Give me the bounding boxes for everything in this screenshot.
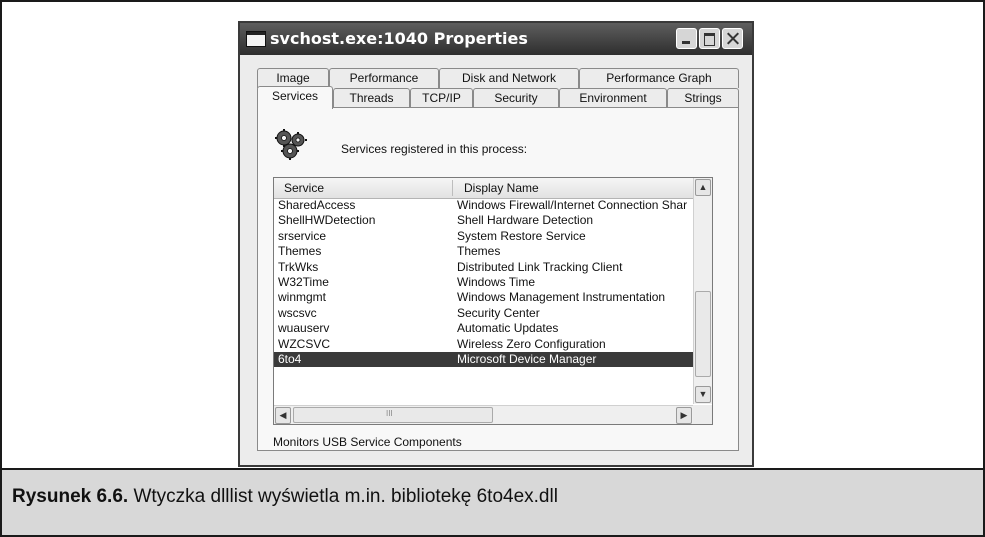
table-row[interactable]: winmgmt Windows Management Instrumentatio…	[274, 290, 694, 305]
list-rows: SharedAccess Windows Firewall/Internet Co…	[274, 198, 694, 368]
services-list[interactable]: Service Display Name SharedAccess Windows…	[273, 177, 713, 425]
service-display-name: Windows Firewall/Internet Connection Sha…	[457, 198, 688, 212]
service-name: WZCSVC	[278, 336, 330, 351]
figure-caption: Rysunek 6.6. Wtyczka dlllist wyświetla m…	[2, 468, 983, 535]
properties-window: svchost.exe:1040 Properties Image Perfor…	[238, 21, 754, 467]
maximize-button[interactable]	[699, 28, 720, 49]
vertical-scroll-thumb[interactable]	[695, 291, 711, 377]
service-display-name: Security Center	[457, 305, 540, 320]
service-name: srservice	[278, 228, 327, 243]
scroll-up-icon[interactable]: ▲	[695, 179, 711, 196]
figure-frame: svchost.exe:1040 Properties Image Perfor…	[0, 0, 985, 537]
table-row[interactable]: SharedAccess Windows Firewall/Internet Co…	[274, 198, 694, 213]
column-header-service[interactable]: Service	[284, 181, 324, 195]
table-row[interactable]: WZCSVC Wireless Zero Configuration	[274, 337, 694, 352]
caption-text: Wtyczka dlllist wyświetla m.in. bibliote…	[133, 486, 558, 507]
column-separator[interactable]	[452, 180, 453, 196]
service-name: SharedAccess	[278, 198, 356, 212]
table-row[interactable]: wscsvc Security Center	[274, 306, 694, 321]
horizontal-scrollbar[interactable]: ◀ III ▶	[274, 405, 694, 424]
service-display-name: Microsoft Device Manager	[457, 351, 597, 366]
service-name: W32Time	[278, 274, 329, 289]
window-icon	[246, 31, 266, 47]
service-display-name: System Restore Service	[457, 228, 586, 243]
table-row[interactable]: ShellHWDetection Shell Hardware Detection	[274, 213, 694, 228]
tab-image[interactable]: Image	[257, 68, 329, 88]
service-display-name: Themes	[457, 244, 501, 259]
service-display-name: Windows Management Instrumentation	[457, 290, 666, 305]
service-display-name: Wireless Zero Configuration	[457, 336, 606, 351]
service-display-name: Windows Time	[457, 274, 536, 289]
tab-performance-graph[interactable]: Performance Graph	[579, 68, 739, 88]
scroll-down-icon[interactable]: ▼	[695, 386, 711, 403]
service-name: wscsvc	[278, 305, 317, 320]
gear-icon	[275, 129, 307, 160]
service-display-name: Automatic Updates	[457, 321, 559, 336]
tab-performance[interactable]: Performance	[329, 68, 439, 88]
service-name: Themes	[278, 244, 322, 259]
service-name: winmgmt	[278, 290, 327, 305]
tab-threads[interactable]: Threads	[333, 88, 410, 108]
table-row[interactable]: TrkWks Distributed Link Tracking Client	[274, 260, 694, 275]
figure-number: Rysunek 6.6.	[12, 486, 129, 507]
services-registered-label: Services registered in this process:	[341, 142, 528, 156]
window-title: svchost.exe:1040 Properties	[270, 29, 528, 48]
close-button[interactable]	[722, 28, 743, 49]
title-bar[interactable]: svchost.exe:1040 Properties	[240, 23, 752, 55]
tab-security[interactable]: Security	[473, 88, 559, 108]
scroll-left-icon[interactable]: ◀	[275, 407, 291, 424]
tab-environment[interactable]: Environment	[559, 88, 667, 108]
service-display-name: Distributed Link Tracking Client	[457, 259, 623, 274]
table-row[interactable]: Themes Themes	[274, 244, 694, 259]
tab-tcpip[interactable]: TCP/IP	[410, 88, 473, 108]
tab-disk-and-network[interactable]: Disk and Network	[439, 68, 579, 88]
table-row[interactable]: wuauserv Automatic Updates	[274, 321, 694, 336]
scroll-right-icon[interactable]: ▶	[676, 407, 692, 424]
table-row[interactable]: srservice System Restore Service	[274, 229, 694, 244]
list-header: Service Display Name	[274, 178, 694, 199]
table-row[interactable]: 6to4 Microsoft Device Manager	[274, 351, 694, 368]
minimize-button[interactable]	[676, 28, 697, 49]
horizontal-scroll-thumb[interactable]: III	[293, 407, 493, 423]
vertical-scrollbar[interactable]: ▲ ▼	[693, 178, 712, 404]
service-name: ShellHWDetection	[278, 213, 376, 228]
scrollbar-corner	[693, 405, 712, 424]
service-name: 6to4	[278, 351, 302, 366]
tab-strings[interactable]: Strings	[667, 88, 739, 108]
service-name: wuauserv	[278, 321, 330, 336]
column-header-display-name[interactable]: Display Name	[464, 181, 539, 195]
tab-services[interactable]: Services	[257, 86, 333, 109]
scroll-grip: III	[386, 409, 393, 418]
service-description: Monitors USB Service Components	[273, 435, 462, 449]
table-row[interactable]: W32Time Windows Time	[274, 275, 694, 290]
service-display-name: Shell Hardware Detection	[457, 213, 594, 228]
service-name: TrkWks	[278, 259, 319, 274]
